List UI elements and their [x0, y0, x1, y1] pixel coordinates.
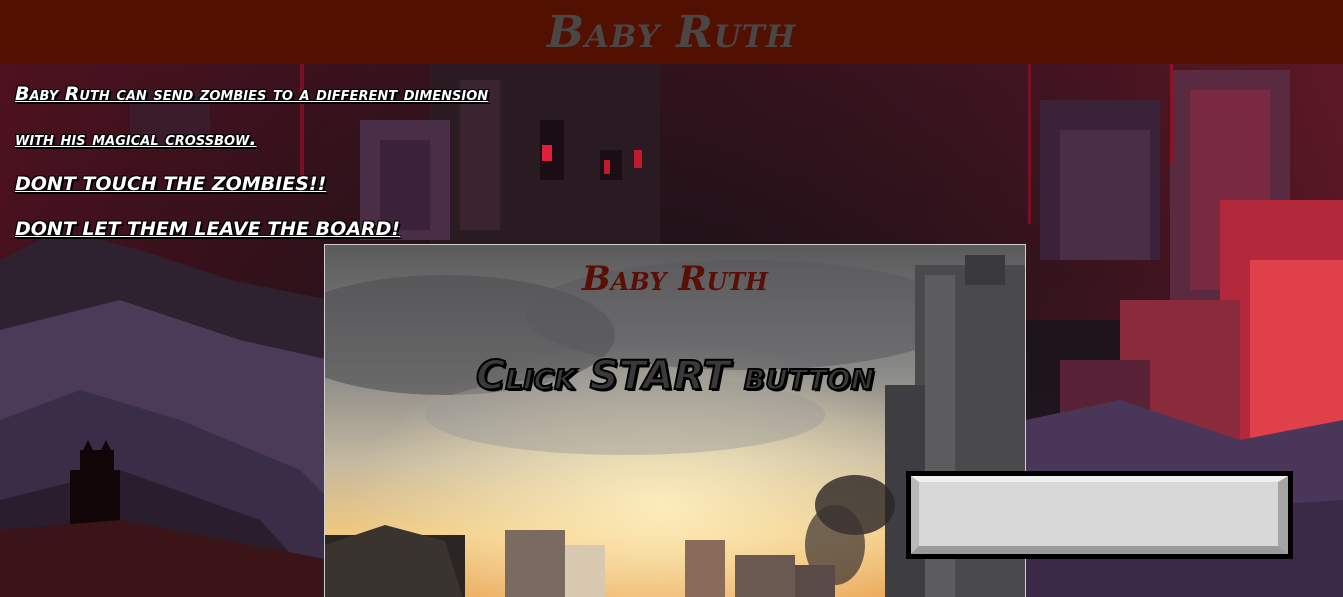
- board-title: Baby Ruth: [582, 259, 768, 299]
- page-header: Baby Ruth: [0, 0, 1343, 64]
- instructions-panel: Baby Ruth can send zombies to a differen…: [15, 72, 488, 252]
- start-button-face[interactable]: [911, 476, 1288, 554]
- instruction-line-3: DONT TOUCH THE ZOMBIES!!: [15, 173, 327, 195]
- instruction-line-1: Baby Ruth can send zombies to a differen…: [15, 83, 489, 105]
- start-button[interactable]: [906, 471, 1293, 559]
- start-prompt: Click START button: [475, 352, 875, 400]
- instruction-line-2: with his magical crossbow.: [15, 128, 257, 150]
- page-title: Baby Ruth: [546, 6, 797, 58]
